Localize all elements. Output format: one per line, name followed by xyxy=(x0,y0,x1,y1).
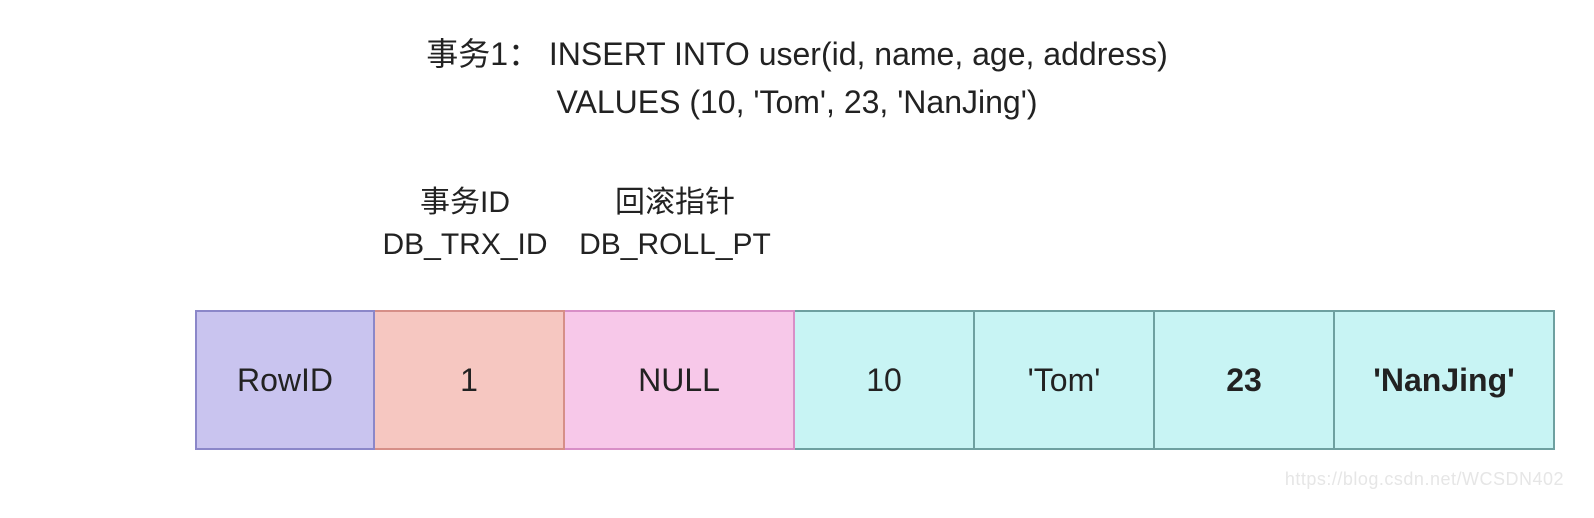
sql-line-2: VALUES (10, 'Tom', 23, 'NanJing') xyxy=(0,78,1594,126)
cell-age: 23 xyxy=(1155,310,1335,450)
cell-id: 10 xyxy=(795,310,975,450)
sql-statement: 事务1： INSERT INTO user(id, name, age, add… xyxy=(0,30,1594,126)
label-roll-pt-cn: 回滚指针 xyxy=(560,182,790,224)
label-trx-id-en: DB_TRX_ID xyxy=(370,224,560,266)
cell-db-trx-id: 1 xyxy=(375,310,565,450)
mvcc-row: RowID 1 NULL 10 'Tom' 23 'NanJing' xyxy=(195,310,1555,450)
cell-name: 'Tom' xyxy=(975,310,1155,450)
column-labels: 事务ID 回滚指针 DB_TRX_ID DB_ROLL_PT xyxy=(370,182,790,266)
label-trx-id-cn: 事务ID xyxy=(370,182,560,224)
sql-line-1: 事务1： INSERT INTO user(id, name, age, add… xyxy=(0,30,1594,78)
cell-address: 'NanJing' xyxy=(1335,310,1555,450)
watermark: https://blog.csdn.net/WCSDN402 xyxy=(1285,469,1564,490)
cell-rowid: RowID xyxy=(195,310,375,450)
cell-db-roll-pt: NULL xyxy=(565,310,795,450)
label-roll-pt-en: DB_ROLL_PT xyxy=(560,224,790,266)
